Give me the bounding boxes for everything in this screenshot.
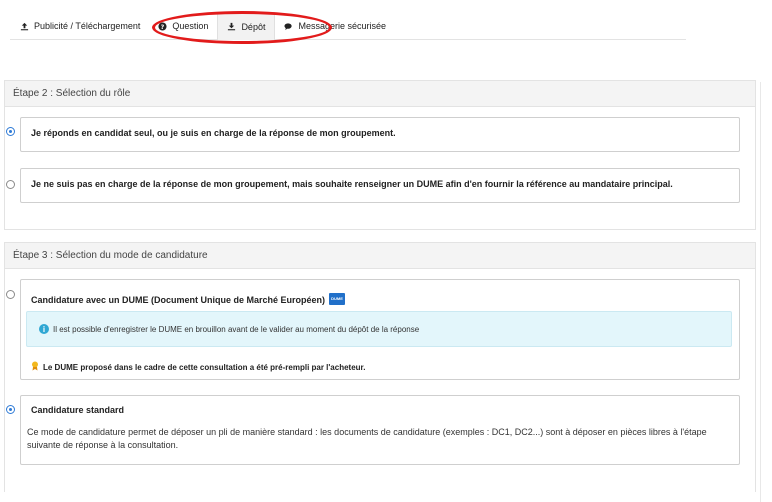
mode-option-standard[interactable]: Candidature standard Ce mode de candidat… — [20, 395, 740, 465]
tab-bar: Publicité / Téléchargement ? Question Dé… — [10, 12, 686, 40]
mode-option-dume-note-row: Le DUME proposé dans le cadre de cette c… — [31, 361, 365, 373]
award-icon — [31, 361, 39, 373]
comments-icon — [284, 22, 293, 31]
page-divider — [760, 82, 761, 502]
step2-title: Étape 2 : Sélection du rôle — [5, 81, 755, 107]
tab-question[interactable]: ? Question — [149, 12, 217, 40]
tab-label: Question — [172, 21, 209, 31]
tab-publicite[interactable]: Publicité / Téléchargement — [10, 12, 149, 40]
info-circle-icon: i — [39, 324, 49, 334]
role-radio-solo[interactable] — [6, 127, 15, 136]
tab-depot[interactable]: Dépôt — [217, 12, 276, 40]
step2-panel: Étape 2 : Sélection du rôle — [4, 80, 756, 230]
tab-label: Publicité / Téléchargement — [34, 21, 141, 31]
role-option-dume-ref-label: Je ne suis pas en charge de la réponse d… — [31, 179, 673, 189]
tab-label: Dépôt — [241, 21, 266, 32]
download-icon — [227, 22, 236, 31]
role-option-solo[interactable]: Je réponds en candidat seul, ou je suis … — [20, 117, 740, 152]
tab-label: Messagerie sécurisée — [298, 21, 387, 31]
mode-option-dume-label: Candidature avec un DUME (Document Uniqu… — [31, 295, 326, 305]
role-option-dume-ref[interactable]: Je ne suis pas en charge de la réponse d… — [20, 168, 740, 203]
mode-radio-dume[interactable] — [6, 290, 15, 299]
upload-icon — [20, 22, 29, 31]
mode-option-dume-note: Le DUME proposé dans le cadre de cette c… — [43, 362, 366, 372]
question-circle-icon: ? — [158, 21, 167, 31]
step3-title: Étape 3 : Sélection du mode de candidatu… — [5, 243, 755, 269]
mode-option-dume-header: Candidature avec un DUME (Document Uniqu… — [31, 290, 346, 308]
svg-text:?: ? — [161, 23, 165, 30]
tab-messagerie[interactable]: Messagerie sécurisée — [275, 12, 395, 40]
role-radio-dume-ref[interactable] — [6, 180, 15, 189]
role-option-solo-label: Je réponds en candidat seul, ou je suis … — [31, 128, 396, 138]
mode-radio-standard[interactable] — [6, 405, 15, 414]
mode-option-standard-label: Candidature standard — [31, 405, 125, 415]
mode-option-standard-description: Ce mode de candidature permet de déposer… — [27, 427, 707, 450]
dume-info-alert: i Il est possible d'enregistrer le DUME … — [26, 311, 732, 347]
dume-info-text: Il est possible d'enregistrer le DUME en… — [53, 324, 420, 334]
dume-badge: DUME — [329, 292, 346, 305]
